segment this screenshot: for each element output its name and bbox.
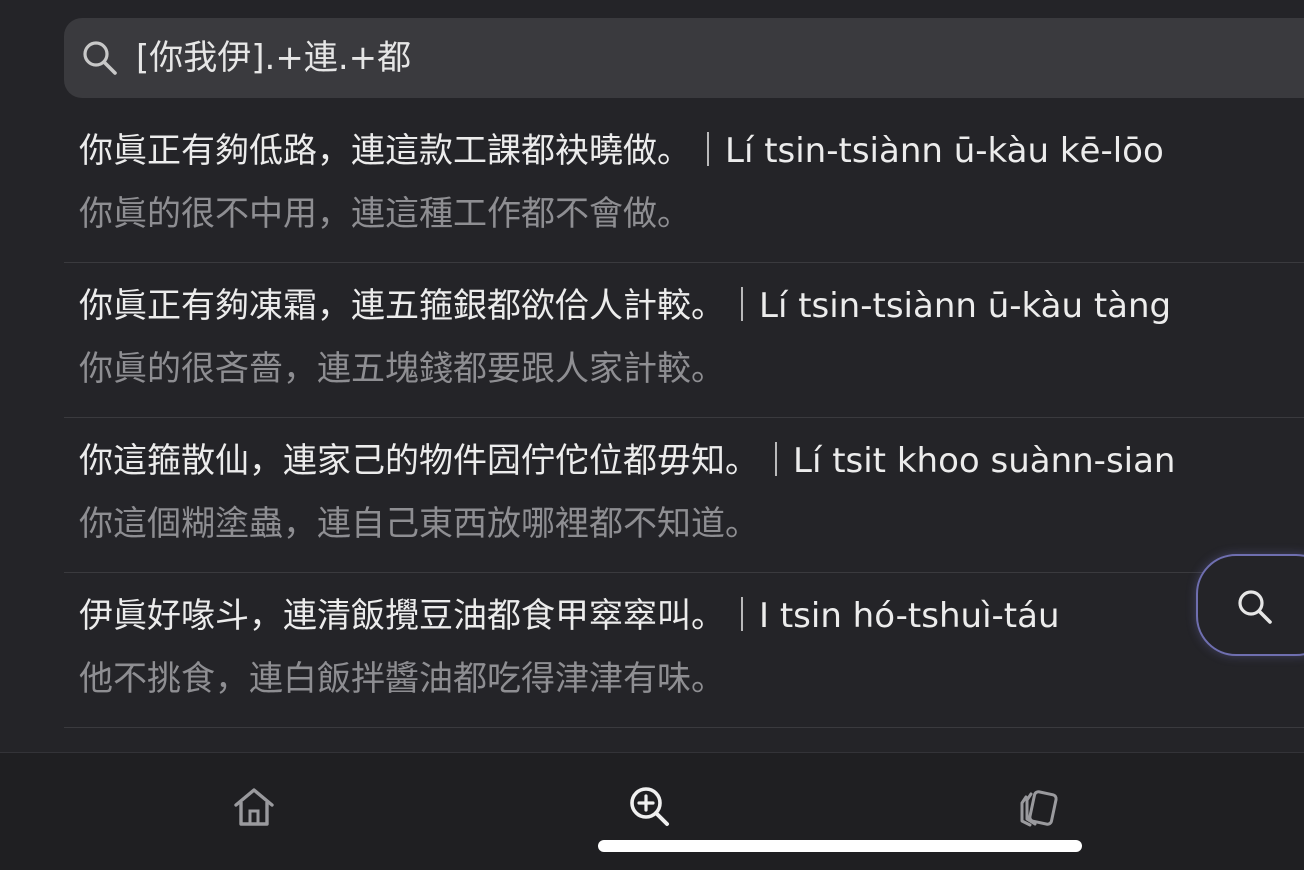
home-indicator[interactable] [598, 840, 1082, 852]
cards-icon [1020, 790, 1058, 827]
search-icon [83, 41, 117, 75]
result-primary-text: 伊眞好喙斗，連清飯攪豆油都食甲窣窣叫。｜I tsin hó-tshuì-táu [79, 596, 1060, 636]
app-screen: 你眞正有夠低路，連這款工課都袂曉做。｜Lí tsin-tsiànn ū-kàu … [0, 0, 1304, 870]
result-primary-text: 你眞正有夠凍霜，連五箍銀都欲佮人計較。｜Lí tsin-tsiànn ū-kàu… [79, 286, 1172, 326]
home-icon [234, 788, 274, 826]
tab-home[interactable] [228, 781, 280, 833]
result-translation-text: 你眞的很吝嗇，連五塊錢都要跟人家計較。 [79, 349, 725, 389]
search-bar[interactable] [64, 18, 1304, 98]
tab-cards[interactable] [1012, 781, 1064, 833]
search-input[interactable] [136, 18, 1304, 98]
result-item[interactable]: 伊眞好喙斗，連清飯攪豆油都食甲窣窣叫。｜I tsin hó-tshuì-táu … [64, 573, 1304, 728]
tab-search[interactable] [624, 781, 676, 833]
result-item[interactable]: 你這箍散仙，連家己的物件囥佇佗位都毋知。｜Lí tsit khoo suànn-… [64, 418, 1304, 573]
result-translation-text: 你眞的很不中用，連這種工作都不會做。 [79, 194, 691, 234]
result-primary-text: 你眞正有夠低路，連這款工課都袂曉做。｜Lí tsin-tsiànn ū-kàu … [79, 131, 1164, 171]
result-item[interactable]: 你眞正有夠低路，連這款工課都袂曉做。｜Lí tsin-tsiànn ū-kàu … [64, 108, 1304, 263]
tab-bar [0, 752, 1304, 870]
zoom-search-icon [630, 787, 669, 826]
floating-search-button[interactable] [1196, 554, 1304, 656]
result-primary-text: 你這箍散仙，連家己的物件囥佇佗位都毋知。｜Lí tsit khoo suànn-… [79, 441, 1176, 481]
result-translation-text: 他不挑食，連白飯拌醬油都吃得津津有味。 [79, 659, 725, 699]
search-icon [1238, 590, 1272, 624]
results-list: 你眞正有夠低路，連這款工課都袂曉做。｜Lí tsin-tsiànn ū-kàu … [64, 108, 1304, 728]
result-translation-text: 你這個糊塗蟲，連自己東西放哪裡都不知道。 [79, 504, 759, 544]
result-item[interactable]: 你眞正有夠凍霜，連五箍銀都欲佮人計較。｜Lí tsin-tsiànn ū-kàu… [64, 263, 1304, 418]
